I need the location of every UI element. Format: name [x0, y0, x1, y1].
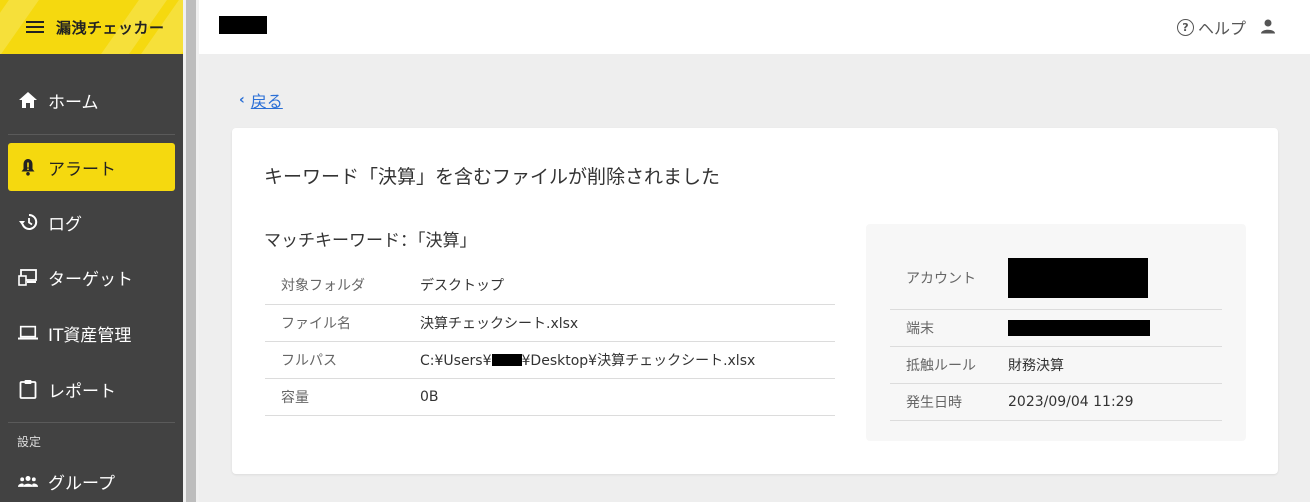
detail-value: 決算チェックシート.xlsx	[420, 304, 835, 342]
sidebar-item-group[interactable]: グループ	[8, 457, 175, 502]
side-info-panel: アカウント 端末 抵触ルール 財務決算 発生日時 2023/09/04 11:2…	[866, 224, 1246, 441]
scrollbar-thumb[interactable]	[186, 0, 196, 502]
path-prefix: C:¥Users¥	[420, 352, 492, 369]
sidebar: 漏洩チェッカー ホーム アラート ログ ターゲット IT資産管理 レポート 設定…	[0, 0, 183, 502]
sidebar-item-label: ログ	[48, 214, 82, 235]
help-link[interactable]: ? ヘルプ	[1176, 15, 1246, 39]
home-icon	[18, 90, 38, 110]
laptop-icon	[18, 323, 38, 343]
sidebar-item-label: レポート	[48, 381, 116, 402]
group-icon	[18, 471, 38, 491]
side-info-table: アカウント 端末 抵触ルール 財務決算 発生日時 2023/09/04 11:2…	[890, 248, 1222, 421]
bell-icon	[18, 157, 38, 177]
sidebar-item-target[interactable]: ターゲット	[8, 253, 175, 301]
table-row: 発生日時 2023/09/04 11:29	[890, 383, 1222, 421]
info-key: 抵触ルール	[890, 346, 1008, 384]
sidebar-item-alert[interactable]: アラート	[8, 143, 175, 191]
sidebar-item-label: ターゲット	[48, 269, 133, 290]
clipboard-icon	[18, 379, 38, 399]
table-row: ファイル名 決算チェックシート.xlsx	[265, 304, 835, 342]
target-device-icon	[18, 267, 38, 287]
sidebar-item-report[interactable]: レポート	[8, 365, 175, 413]
detail-key: 対象フォルダ	[265, 267, 420, 305]
detail-key: フルパス	[265, 341, 420, 379]
brand-bar: 漏洩チェッカー	[0, 0, 183, 54]
back-label: 戻る	[250, 92, 283, 111]
user-icon[interactable]	[1260, 18, 1276, 34]
top-header: ? ヘルプ	[199, 0, 1310, 54]
info-key: アカウント	[890, 248, 1008, 310]
sidebar-item-label: IT資産管理	[48, 325, 132, 346]
redacted-username	[491, 353, 522, 366]
redacted-account	[1008, 258, 1148, 299]
detail-value: C:¥Users¥ ¥Desktop¥決算チェックシート.xlsx	[420, 341, 835, 379]
detail-value: デスクトップ	[420, 267, 835, 305]
info-value	[1008, 248, 1222, 310]
help-icon: ?	[1176, 18, 1194, 36]
sidebar-item-log[interactable]: ログ	[8, 198, 175, 246]
settings-section-label: 設定	[17, 435, 42, 449]
info-value: 2023/09/04 11:29	[1008, 383, 1222, 421]
detail-table: 対象フォルダ デスクトップ ファイル名 決算チェックシート.xlsx フルパス …	[265, 267, 835, 416]
info-key: 発生日時	[890, 383, 1008, 421]
table-row: フルパス C:¥Users¥ ¥Desktop¥決算チェックシート.xlsx	[265, 341, 835, 379]
table-row: アカウント	[890, 248, 1222, 310]
detail-key: ファイル名	[265, 304, 420, 342]
chevron-left-icon: ‹	[239, 92, 245, 108]
sidebar-item-label: グループ	[48, 473, 115, 494]
sidebar-item-home[interactable]: ホーム	[8, 76, 175, 124]
redacted-org-name	[219, 16, 267, 34]
alert-title: キーワード「決算」を含むファイルが削除されました	[264, 166, 721, 188]
table-row: 抵触ルール 財務決算	[890, 346, 1222, 384]
sidebar-item-it-assets[interactable]: IT資産管理	[8, 309, 175, 357]
table-row: 端末	[890, 309, 1222, 347]
sidebar-item-label: ホーム	[48, 92, 99, 113]
back-link[interactable]: ‹ 戻る	[239, 88, 283, 112]
history-icon	[18, 212, 38, 232]
app-title: 漏洩チェッカー	[56, 18, 165, 37]
detail-value: 0B	[420, 378, 835, 416]
alert-detail-card: キーワード「決算」を含むファイルが削除されました マッチキーワード：「決算」 対…	[232, 128, 1278, 474]
table-row: 対象フォルダ デスクトップ	[265, 267, 835, 305]
info-key: 端末	[890, 309, 1008, 347]
help-label: ヘルプ	[1197, 19, 1246, 38]
redacted-device	[1008, 319, 1150, 336]
match-keyword-title: マッチキーワード：「決算」	[264, 231, 477, 251]
path-suffix: ¥Desktop¥決算チェックシート.xlsx	[521, 352, 756, 369]
table-row: 容量 0B	[265, 378, 835, 416]
info-value	[1008, 309, 1222, 347]
detail-key: 容量	[265, 378, 420, 416]
info-value: 財務決算	[1008, 346, 1222, 384]
sidebar-item-label: アラート	[48, 159, 116, 180]
menu-icon[interactable]	[26, 20, 44, 34]
